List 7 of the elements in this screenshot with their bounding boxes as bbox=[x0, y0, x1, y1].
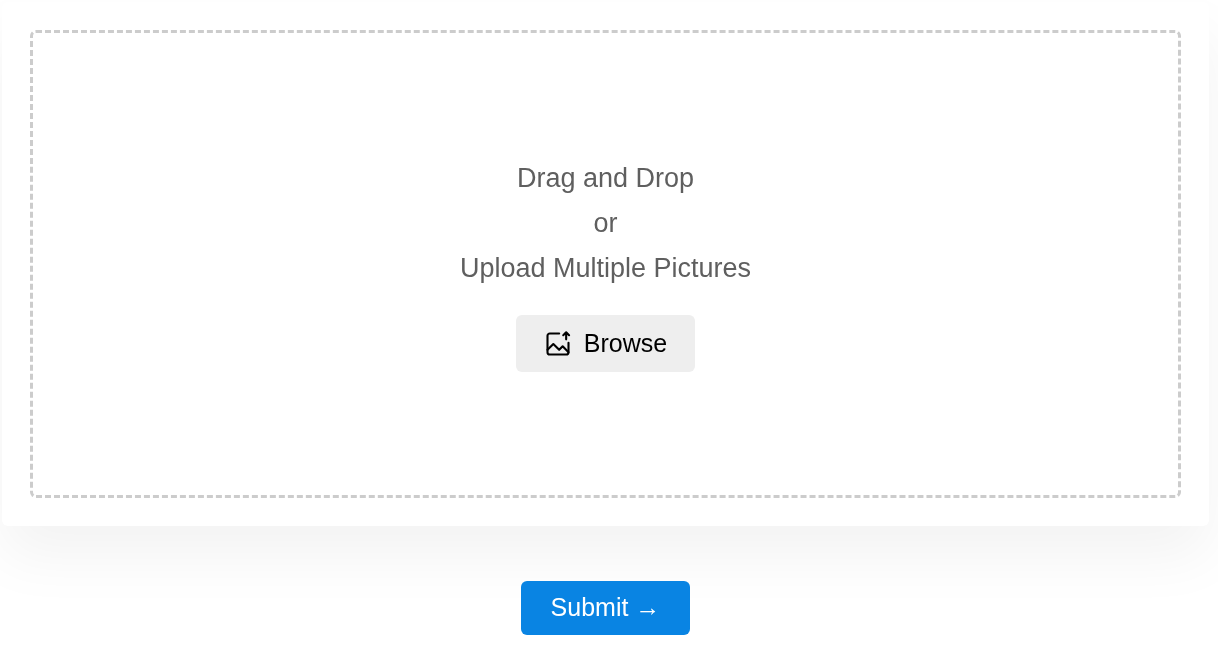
drop-zone-text: Drag and Drop bbox=[516, 162, 695, 195]
drop-zone[interactable]: Drag and Drop or Upload Multiple Pictures Browse bbox=[30, 30, 1181, 498]
browse-button[interactable]: Browse bbox=[515, 315, 696, 372]
submit-button[interactable]: Submit → bbox=[520, 581, 691, 635]
image-upload-icon bbox=[543, 329, 572, 358]
drop-zone-text: or bbox=[593, 207, 618, 240]
drop-zone-text: Upload Multiple Pictures bbox=[459, 252, 752, 285]
